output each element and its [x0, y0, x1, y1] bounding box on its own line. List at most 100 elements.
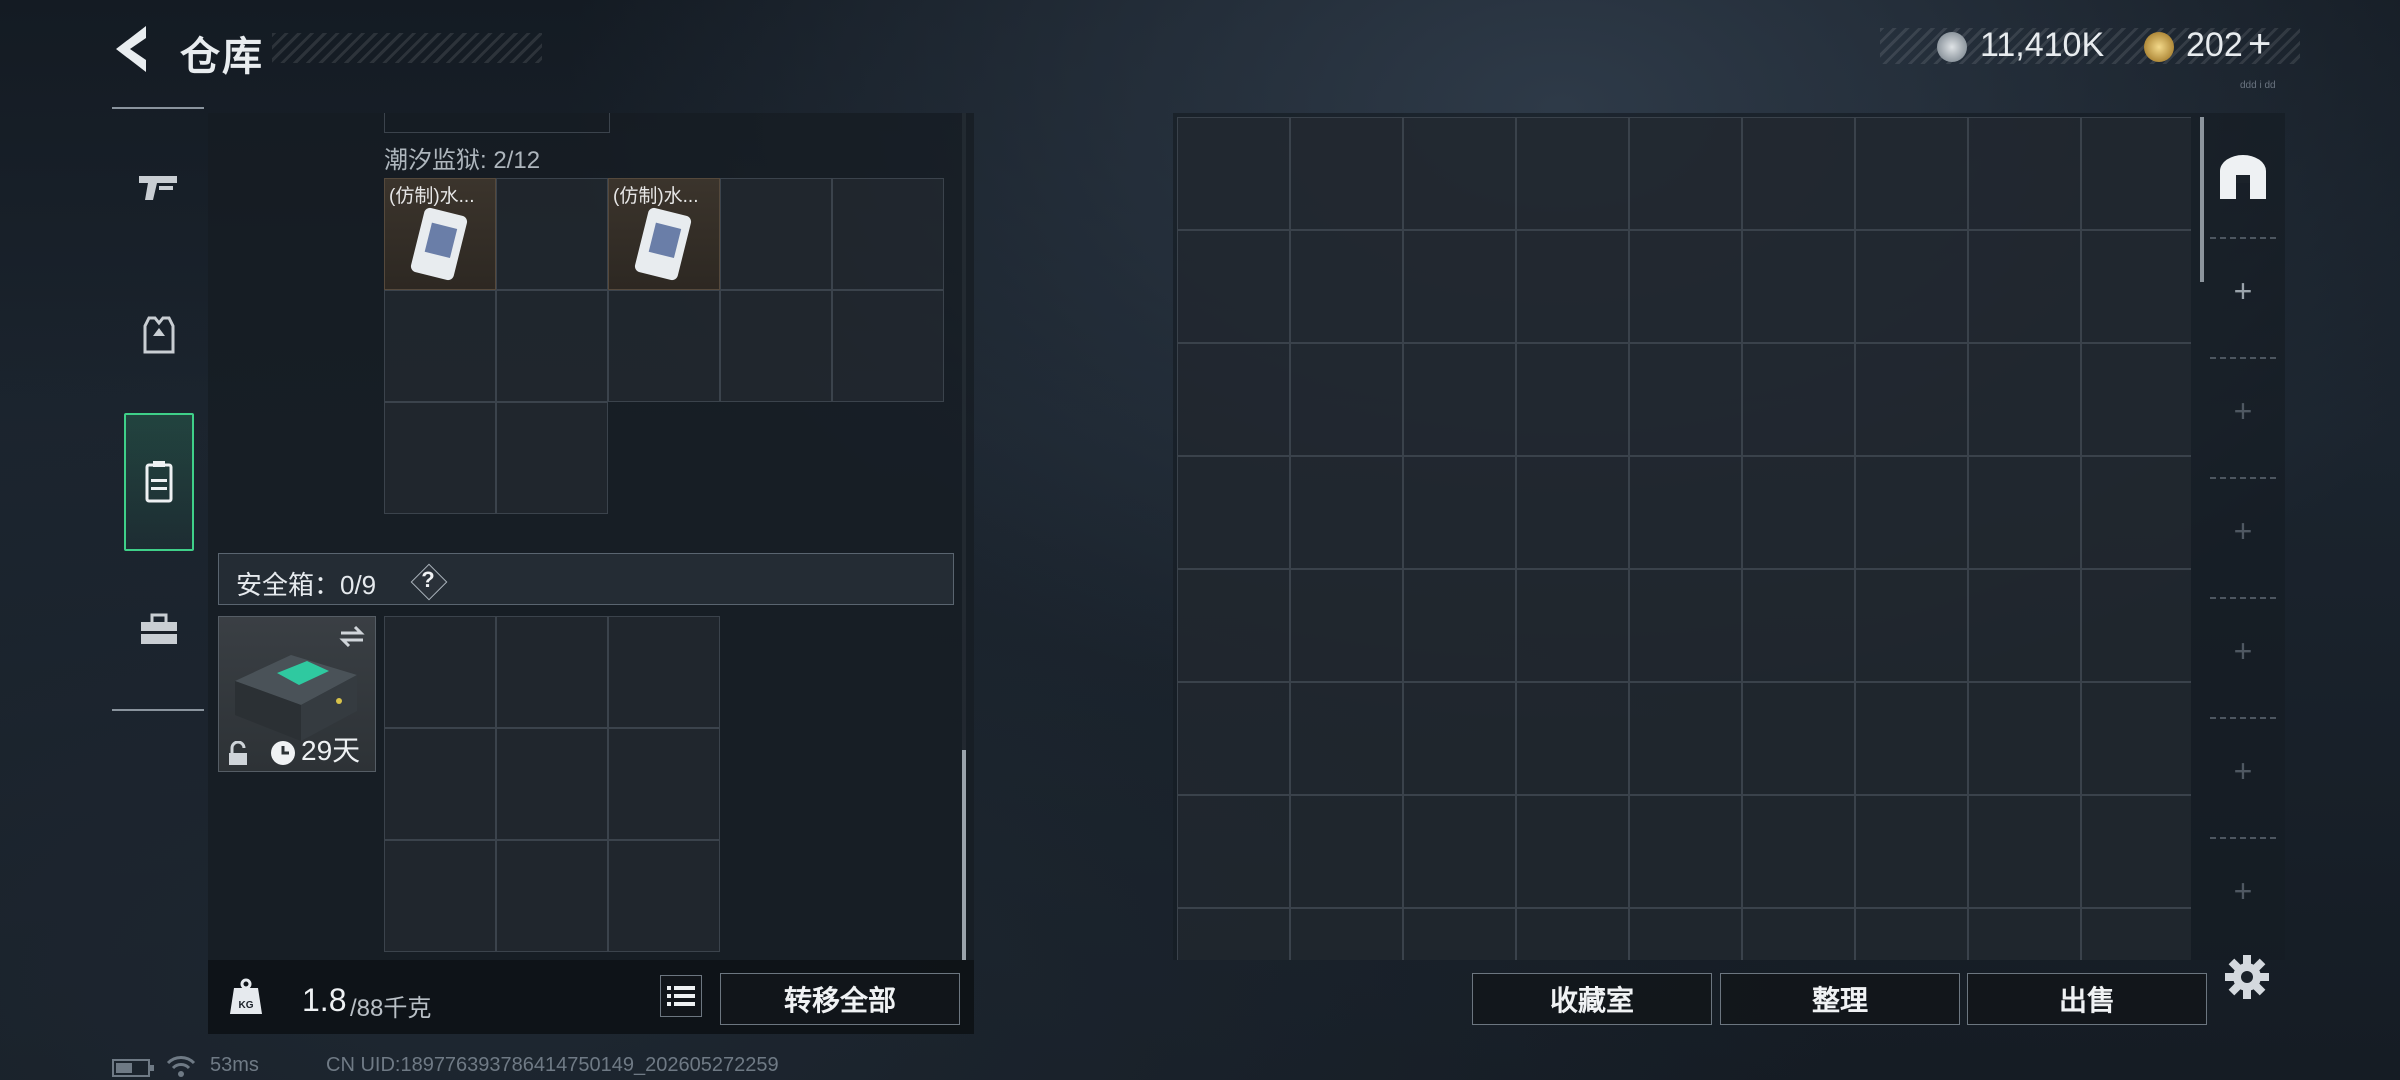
safe-slot[interactable] [384, 616, 496, 728]
storage-slot[interactable] [1403, 456, 1516, 569]
storage-slot[interactable] [1629, 795, 1742, 908]
safe-slot[interactable] [608, 616, 720, 728]
storage-slot[interactable] [1968, 230, 2081, 343]
back-button[interactable] [110, 22, 154, 76]
inventory-slot[interactable] [496, 178, 608, 290]
safe-slot[interactable] [608, 728, 720, 840]
storage-slot[interactable] [1516, 569, 1629, 682]
storage-slot[interactable] [1177, 230, 1290, 343]
storage-slot[interactable] [1968, 795, 2081, 908]
safe-slot[interactable] [608, 840, 720, 952]
storage-slot[interactable] [1290, 343, 1403, 456]
storage-slot[interactable] [1177, 682, 1290, 795]
storage-slot[interactable] [1968, 456, 2081, 569]
storage-slot[interactable] [1403, 343, 1516, 456]
storage-slot[interactable] [1290, 908, 1403, 960]
storage-slot[interactable] [1629, 343, 1742, 456]
list-view-button[interactable] [660, 975, 702, 1017]
storage-slot[interactable] [1177, 908, 1290, 960]
safe-case-item[interactable]: 29天 [218, 616, 376, 772]
storage-slot[interactable] [1290, 569, 1403, 682]
storage-slot[interactable] [1177, 456, 1290, 569]
safe-slot[interactable] [384, 840, 496, 952]
storage-slot[interactable] [1290, 795, 1403, 908]
safe-slot[interactable] [496, 728, 608, 840]
storage-slot[interactable] [1855, 456, 1968, 569]
transfer-all-button[interactable]: 转移全部 [720, 973, 960, 1025]
storage-slot[interactable] [1855, 343, 1968, 456]
safe-slot[interactable] [384, 728, 496, 840]
storage-slot[interactable] [1855, 682, 1968, 795]
storage-slot[interactable] [2081, 343, 2191, 456]
storage-slot[interactable] [2081, 682, 2191, 795]
sell-button[interactable]: 出售 [1967, 973, 2207, 1025]
help-button[interactable]: ? [410, 563, 448, 601]
storage-slot[interactable] [1629, 117, 1742, 230]
storage-slot[interactable] [2081, 795, 2191, 908]
storage-slot[interactable] [1855, 795, 1968, 908]
storage-slot[interactable] [1968, 682, 2081, 795]
storage-slot[interactable] [1742, 682, 1855, 795]
nav-item-gear[interactable] [124, 290, 194, 380]
locked-storage-tab[interactable]: + [2204, 513, 2282, 550]
storage-slot[interactable] [1290, 117, 1403, 230]
storage-slot[interactable] [1177, 343, 1290, 456]
locked-storage-tab[interactable]: + [2204, 873, 2282, 910]
storage-slot[interactable] [1742, 230, 1855, 343]
organize-button[interactable]: 整理 [1720, 973, 1960, 1025]
inventory-slot[interactable] [384, 290, 496, 402]
inventory-slot[interactable] [496, 402, 608, 514]
locked-storage-tab[interactable]: + [2204, 393, 2282, 430]
storage-slot[interactable] [1403, 230, 1516, 343]
storage-slot[interactable] [1855, 117, 1968, 230]
storage-slot[interactable] [2081, 569, 2191, 682]
nav-item-toolbox[interactable] [124, 585, 194, 675]
inventory-slot[interactable] [384, 402, 496, 514]
add-storage-tab-button[interactable]: + [2204, 273, 2282, 310]
add-gold-button[interactable]: + [2248, 22, 2271, 67]
storage-slot[interactable] [1516, 117, 1629, 230]
storage-slot[interactable] [1516, 682, 1629, 795]
storage-slot[interactable] [1403, 795, 1516, 908]
storage-slot[interactable] [1290, 682, 1403, 795]
storage-slot[interactable] [1968, 117, 2081, 230]
storage-slot[interactable] [1742, 456, 1855, 569]
storage-slot[interactable] [1855, 230, 1968, 343]
storage-slot[interactable] [1629, 908, 1742, 960]
storage-slot[interactable] [1855, 908, 1968, 960]
storage-slot[interactable] [1742, 569, 1855, 682]
storage-slot[interactable] [1968, 569, 2081, 682]
storage-slot[interactable] [1290, 230, 1403, 343]
storage-slot[interactable] [2081, 908, 2191, 960]
storage-slot[interactable] [1177, 795, 1290, 908]
storage-slot[interactable] [1403, 569, 1516, 682]
safe-slot[interactable] [496, 616, 608, 728]
storage-slot[interactable] [1177, 569, 1290, 682]
inventory-slot[interactable] [720, 290, 832, 402]
storage-slot[interactable] [1742, 908, 1855, 960]
swap-icon[interactable] [337, 625, 367, 647]
safe-slot[interactable] [496, 840, 608, 952]
inventory-item[interactable]: (仿制)水... [608, 178, 720, 290]
storage-slot[interactable] [1629, 682, 1742, 795]
storage-slot[interactable] [1403, 682, 1516, 795]
left-scroll-thumb[interactable] [962, 750, 966, 960]
nav-item-backpack[interactable] [124, 437, 194, 527]
locked-storage-tab[interactable]: + [2204, 753, 2282, 790]
storage-slot[interactable] [2081, 117, 2191, 230]
storage-slot[interactable] [1516, 908, 1629, 960]
inventory-slot[interactable] [496, 290, 608, 402]
storage-slot[interactable] [1516, 230, 1629, 343]
storage-slot[interactable] [2081, 456, 2191, 569]
storage-slot[interactable] [1290, 456, 1403, 569]
storage-slot[interactable] [1742, 343, 1855, 456]
storage-slot[interactable] [1403, 908, 1516, 960]
locked-storage-tab[interactable]: + [2204, 633, 2282, 670]
storage-slot[interactable] [1742, 795, 1855, 908]
nav-item-weapons[interactable] [124, 143, 194, 233]
storage-slot[interactable] [1968, 908, 2081, 960]
inventory-item[interactable]: (仿制)水... [384, 178, 496, 290]
storage-slot[interactable] [1742, 117, 1855, 230]
storage-slot[interactable] [1177, 117, 1290, 230]
inventory-slot[interactable] [832, 290, 944, 402]
